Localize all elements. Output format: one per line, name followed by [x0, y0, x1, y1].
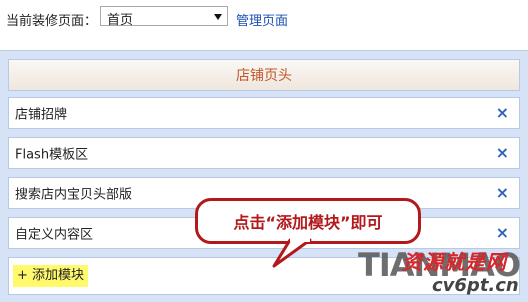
close-icon[interactable]: ×: [496, 185, 509, 201]
shop-header-row[interactable]: 店铺页头: [8, 59, 520, 91]
page-select-value: 首页: [107, 13, 134, 28]
close-icon[interactable]: ×: [496, 105, 509, 121]
watermark-site: cv6pt.cn: [432, 275, 519, 296]
callout-tail: [272, 238, 312, 268]
current-page-label: 当前装修页面：: [6, 14, 98, 29]
module-row-flash[interactable]: Flash模板区 ×: [8, 137, 520, 169]
module-row-shop-sign[interactable]: 店铺招牌 ×: [8, 97, 520, 129]
shop-header-title: 店铺页头: [236, 68, 292, 84]
watermark-logo: TIANMAO 资源就是网 cv6pt.cn: [358, 246, 528, 301]
module-label: Flash模板区: [15, 147, 89, 163]
module-label: 店铺招牌: [15, 107, 68, 123]
close-icon[interactable]: ×: [496, 145, 509, 161]
close-icon[interactable]: ×: [496, 225, 509, 241]
add-module-button[interactable]: + 添加模块: [13, 265, 89, 287]
manage-pages-link[interactable]: 管理页面: [236, 10, 288, 29]
callout-text: 点击“添加模块”即可: [233, 213, 383, 232]
module-label: 自定义内容区: [15, 227, 94, 243]
module-label: 搜索店内宝贝头部版: [15, 187, 133, 203]
page-toolbar: 当前装修页面： 首页 管理页面: [0, 0, 528, 40]
chevron-down-icon[interactable]: [214, 14, 222, 20]
watermark-cn: 资源就是网: [402, 250, 507, 274]
page-select[interactable]: 首页: [100, 6, 228, 28]
